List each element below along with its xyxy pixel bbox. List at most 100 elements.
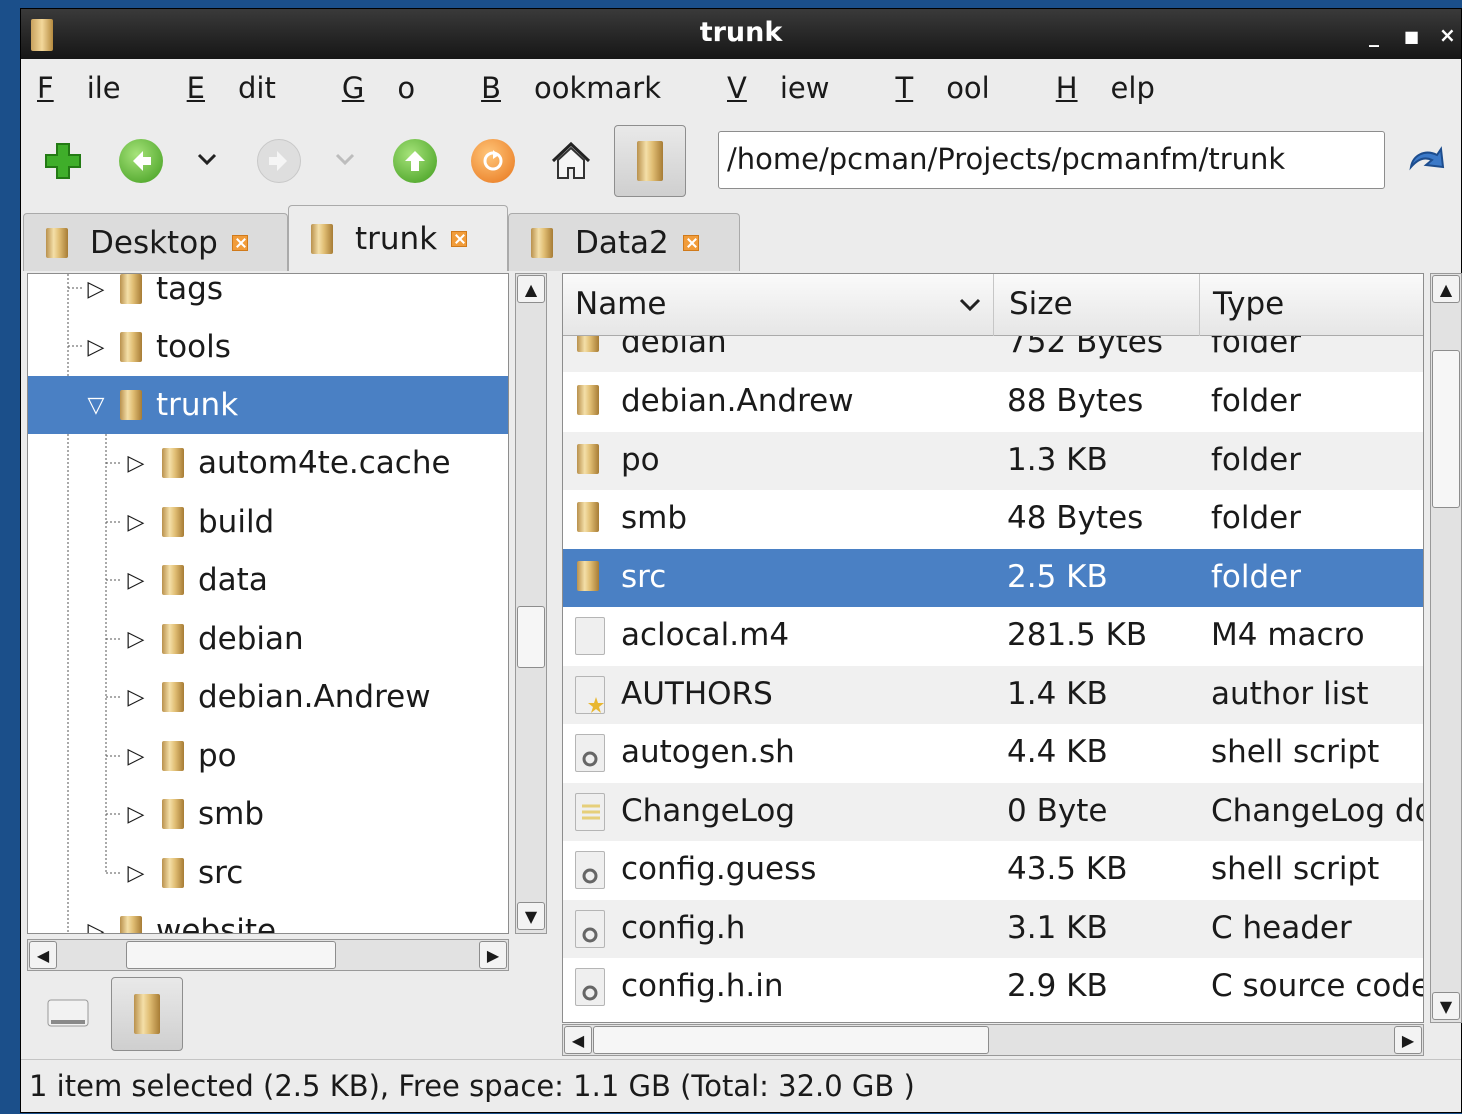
tab-data2[interactable]: Data2: [508, 213, 740, 271]
list-horizontal-scrollbar[interactable]: ◀ ▶: [562, 1024, 1424, 1056]
close-button[interactable]: ×: [1439, 23, 1456, 47]
go-button[interactable]: [1405, 139, 1449, 183]
folder-icon: [577, 385, 599, 415]
refresh-button[interactable]: [471, 139, 515, 183]
folder-icon: [120, 390, 142, 420]
scroll-up-button[interactable]: ▲: [517, 275, 545, 303]
plus-icon: [45, 143, 81, 179]
column-divider: [1199, 274, 1200, 336]
tab-desktop[interactable]: Desktop: [23, 213, 288, 271]
column-name-label: Name: [575, 286, 667, 322]
file-row-autogen-sh[interactable]: autogen.sh 4.4 KB shell script: [563, 724, 1423, 782]
new-tab-button[interactable]: [43, 141, 83, 181]
folder-icon: [577, 502, 599, 532]
tree-horizontal-scrollbar[interactable]: ◀ ▶: [27, 939, 509, 971]
chevron-down-icon: [335, 153, 355, 166]
file-row-src[interactable]: src 2.5 KB folder: [563, 549, 1423, 607]
scrollbar-thumb[interactable]: [517, 606, 545, 668]
scroll-left-button[interactable]: ◀: [564, 1026, 592, 1054]
folder-icon: [577, 561, 599, 591]
file-row-debian-andrew[interactable]: debian.Andrew 88 Bytes folder: [563, 373, 1423, 431]
location-bar[interactable]: /home/pcman/Projects/pcmanfm/trunk: [718, 131, 1385, 189]
minimize-button[interactable]: _: [1369, 23, 1379, 47]
menu-edit[interactable]: Edit: [187, 71, 309, 105]
scroll-left-button[interactable]: ◀: [29, 941, 57, 969]
file-row-config-guess[interactable]: config.guess 43.5 KB shell script: [563, 841, 1423, 899]
file-row-authors[interactable]: AUTHORS 1.4 KB author list: [563, 666, 1423, 724]
close-tab-icon[interactable]: [682, 234, 699, 251]
up-button[interactable]: [393, 139, 437, 183]
folder-icon: [120, 274, 142, 304]
side-pane-places-button[interactable]: [37, 977, 99, 1051]
home-icon: [551, 141, 591, 179]
file-row-smb[interactable]: smb 48 Bytes folder: [563, 490, 1423, 548]
forward-history-dropdown[interactable]: [333, 147, 357, 171]
scroll-right-button[interactable]: ▶: [479, 941, 507, 969]
scroll-up-button[interactable]: ▲: [1432, 275, 1460, 303]
tree-item-tags[interactable]: ▷ tags: [28, 274, 508, 318]
tree-item-debian[interactable]: ▷ debian: [28, 610, 508, 668]
script-file-icon: [575, 968, 605, 1006]
scrollbar-thumb[interactable]: [1432, 350, 1460, 508]
file-row-changelog[interactable]: ChangeLog 0 Byte ChangeLog document: [563, 783, 1423, 841]
directory-tree[interactable]: ▷ tags ▷ tools ▽ trunk ▷ autom4te.cache …: [27, 273, 509, 934]
folder-icon: [120, 332, 142, 362]
scrollbar-thumb[interactable]: [126, 941, 336, 969]
folder-icon: [162, 565, 184, 595]
tree-item-debian-andrew[interactable]: ▷ debian.Andrew: [28, 668, 508, 726]
menu-file[interactable]: File: [37, 71, 154, 105]
go-jump-icon: [1409, 146, 1445, 171]
close-tab-icon[interactable]: [451, 230, 468, 247]
folder-icon: [577, 444, 599, 474]
folder-icon: [531, 227, 553, 258]
back-history-dropdown[interactable]: [195, 147, 219, 171]
folder-icon: [162, 799, 184, 829]
open-location-toggle[interactable]: [614, 125, 686, 197]
scroll-right-button[interactable]: ▶: [1394, 1026, 1422, 1054]
side-pane-tree-button[interactable]: [111, 977, 183, 1051]
home-button[interactable]: [547, 137, 595, 185]
window-title: trunk: [699, 17, 783, 48]
menu-bookmark[interactable]: Bookmark: [481, 71, 694, 105]
file-row-aclocal-m4[interactable]: aclocal.m4 281.5 KB M4 macro: [563, 607, 1423, 665]
file-row-config-h[interactable]: config.h 3.1 KB C header: [563, 900, 1423, 958]
file-list[interactable]: Name Size Type debian 752 Bytes folder N…: [562, 273, 1424, 1023]
menu-help[interactable]: Help: [1056, 71, 1188, 105]
maximize-button[interactable]: ■: [1404, 27, 1419, 46]
tab-trunk[interactable]: trunk: [288, 205, 508, 271]
arrow-up-icon: [405, 151, 425, 171]
menu-tool[interactable]: Tool: [895, 71, 1022, 105]
tree-item-data[interactable]: ▷ data: [28, 551, 508, 609]
folder-icon: [162, 624, 184, 654]
file-row-config-h-in[interactable]: config.h.in 2.9 KB C source code: [563, 958, 1423, 1016]
tree-vertical-scrollbar[interactable]: ▲ ▼: [515, 273, 547, 934]
folder-icon: [120, 916, 142, 933]
scroll-down-button[interactable]: ▼: [1432, 992, 1460, 1020]
text-file-icon: [575, 793, 605, 831]
menu-go[interactable]: Go: [342, 71, 448, 105]
tree-item-website[interactable]: ▷ website: [28, 902, 508, 933]
tree-item-smb[interactable]: ▷ smb: [28, 785, 508, 843]
tree-item-trunk[interactable]: ▽ trunk: [28, 376, 508, 434]
title-bar[interactable]: trunk _ ■ ×: [21, 9, 1461, 59]
forward-button[interactable]: [257, 139, 301, 183]
file-manager-window: trunk _ ■ × File Edit Go Bookmark View T…: [20, 8, 1462, 1113]
scrollbar-thumb[interactable]: [593, 1026, 989, 1054]
tree-item-po[interactable]: ▷ po: [28, 727, 508, 785]
scroll-down-button[interactable]: ▼: [517, 902, 545, 930]
folder-icon: [162, 448, 184, 478]
back-button[interactable]: [119, 139, 163, 183]
list-vertical-scrollbar[interactable]: ▲ ▼: [1430, 273, 1462, 1023]
tree-item-tools[interactable]: ▷ tools: [28, 318, 508, 376]
tree-item-src[interactable]: ▷ src: [28, 844, 508, 902]
file-row-po[interactable]: po 1.3 KB folder: [563, 432, 1423, 490]
tree-item-autom4te-cache[interactable]: ▷ autom4te.cache: [28, 434, 508, 492]
menu-view[interactable]: View: [727, 71, 862, 105]
tree-item-build[interactable]: ▷ build: [28, 493, 508, 551]
menu-bar: File Edit Go Bookmark View Tool Help: [21, 59, 1461, 117]
close-tab-icon[interactable]: [231, 234, 248, 251]
sort-chevron-down-icon: [959, 298, 981, 312]
folder-icon: [311, 223, 333, 254]
folder-icon: [162, 741, 184, 771]
folder-icon: [46, 227, 68, 258]
